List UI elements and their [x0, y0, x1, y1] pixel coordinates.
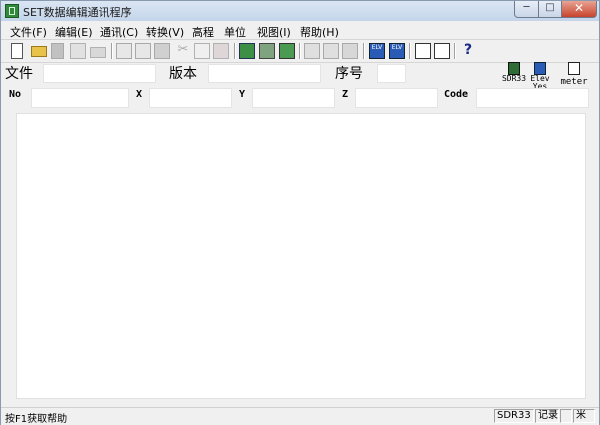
y-field[interactable] — [252, 88, 335, 108]
file-field[interactable] — [43, 64, 156, 83]
toolbar-separator — [454, 43, 456, 59]
serial-label: 序号 — [335, 66, 363, 82]
minimize-button[interactable]: ─ — [514, 1, 539, 18]
open-folder-icon[interactable] — [31, 46, 47, 57]
elevation-send-icon[interactable]: ELV — [369, 43, 385, 59]
delete-row-icon[interactable] — [323, 43, 339, 59]
elevation-receive-icon[interactable]: ELV — [389, 43, 405, 59]
elevation-indicator[interactable]: Elev Yes — [529, 62, 551, 91]
x-field[interactable] — [149, 88, 232, 108]
status-bar: 按F1获取帮助 SDR33 记录 米 — [1, 407, 599, 425]
code-label: Code — [444, 89, 469, 100]
status-empty-cell — [560, 409, 572, 423]
version-field[interactable] — [208, 64, 321, 83]
no-label: No — [9, 89, 22, 100]
menu-view[interactable]: 视图(I) — [257, 24, 291, 40]
menu-convert[interactable]: 转换(V) — [146, 24, 184, 40]
calculator-icon[interactable] — [415, 43, 431, 59]
toolbar-separator — [111, 43, 113, 59]
menu-edit[interactable]: 编辑(E) — [55, 24, 93, 40]
close-button[interactable]: ✕ — [561, 1, 597, 18]
export-icon[interactable] — [279, 43, 295, 59]
title-bar[interactable]: SET数据编辑通讯程序 ─ □ ✕ — [1, 1, 599, 21]
help-icon[interactable]: ? — [460, 43, 476, 59]
model-label: SDR33 — [501, 74, 527, 83]
toolbar: ✂ ELV ELV ? — [1, 39, 599, 63]
paste-icon[interactable] — [213, 43, 229, 59]
close-icon: ✕ — [573, 1, 585, 15]
unit-label: meter — [560, 77, 588, 87]
code-field[interactable] — [476, 88, 589, 108]
menu-comm[interactable]: 通讯(C) — [100, 24, 138, 40]
insert-row-icon[interactable] — [304, 43, 320, 59]
transfer-icon[interactable] — [239, 43, 255, 59]
toolbar-separator — [363, 43, 365, 59]
cut-column-icon[interactable] — [116, 43, 132, 59]
clear-icon[interactable] — [342, 43, 358, 59]
toolbar-separator — [234, 43, 236, 59]
y-label: Y — [239, 89, 246, 100]
serial-field[interactable] — [377, 64, 406, 83]
maximize-button[interactable]: □ — [538, 1, 562, 18]
menu-bar: 文件(F) 编辑(E) 通讯(C) 转换(V) 高程 单位 视图(I) 帮助(H… — [1, 21, 599, 39]
status-model: SDR33 — [494, 409, 534, 423]
window-title: SET数据编辑通讯程序 — [23, 6, 132, 19]
app-icon[interactable] — [5, 4, 19, 18]
new-file-icon[interactable] — [11, 43, 23, 59]
save-icon[interactable] — [51, 43, 64, 59]
status-unit: 米 — [573, 409, 595, 423]
file-label: 文件 — [5, 66, 33, 82]
scissors-icon[interactable]: ✂ — [175, 43, 191, 59]
paste-column-icon[interactable] — [135, 43, 151, 59]
unit-indicator[interactable]: meter — [557, 62, 591, 89]
no-field[interactable] — [31, 88, 129, 108]
maximize-icon: □ — [545, 2, 555, 13]
print-icon[interactable] — [90, 47, 106, 58]
status-help-text: 按F1获取帮助 — [5, 414, 68, 425]
version-label: 版本 — [169, 66, 197, 82]
x-label: X — [136, 89, 143, 100]
copy-icon[interactable] — [194, 43, 210, 59]
unit-icon[interactable] — [434, 43, 450, 59]
print-preview-icon[interactable] — [70, 43, 86, 59]
minimize-icon: ─ — [523, 2, 530, 13]
menu-unit[interactable]: 单位 — [224, 24, 246, 40]
menu-file[interactable]: 文件(F) — [10, 24, 47, 40]
data-list-area[interactable] — [16, 113, 586, 399]
toolbar-separator — [409, 43, 411, 59]
model-indicator[interactable]: SDR33 — [501, 62, 527, 83]
app-window: SET数据编辑通讯程序 ─ □ ✕ 文件(F) 编辑(E) 通讯(C) 转换(V… — [0, 0, 600, 425]
menu-help[interactable]: 帮助(H) — [300, 24, 339, 40]
unit-meter-icon — [568, 62, 580, 75]
menu-elev[interactable]: 高程 — [192, 24, 214, 40]
toolbar-separator — [299, 43, 301, 59]
status-record: 记录 — [535, 409, 559, 423]
copy-table-icon[interactable] — [154, 43, 170, 59]
z-field[interactable] — [355, 88, 438, 108]
z-label: Z — [342, 89, 349, 100]
convert-icon[interactable] — [259, 43, 275, 59]
